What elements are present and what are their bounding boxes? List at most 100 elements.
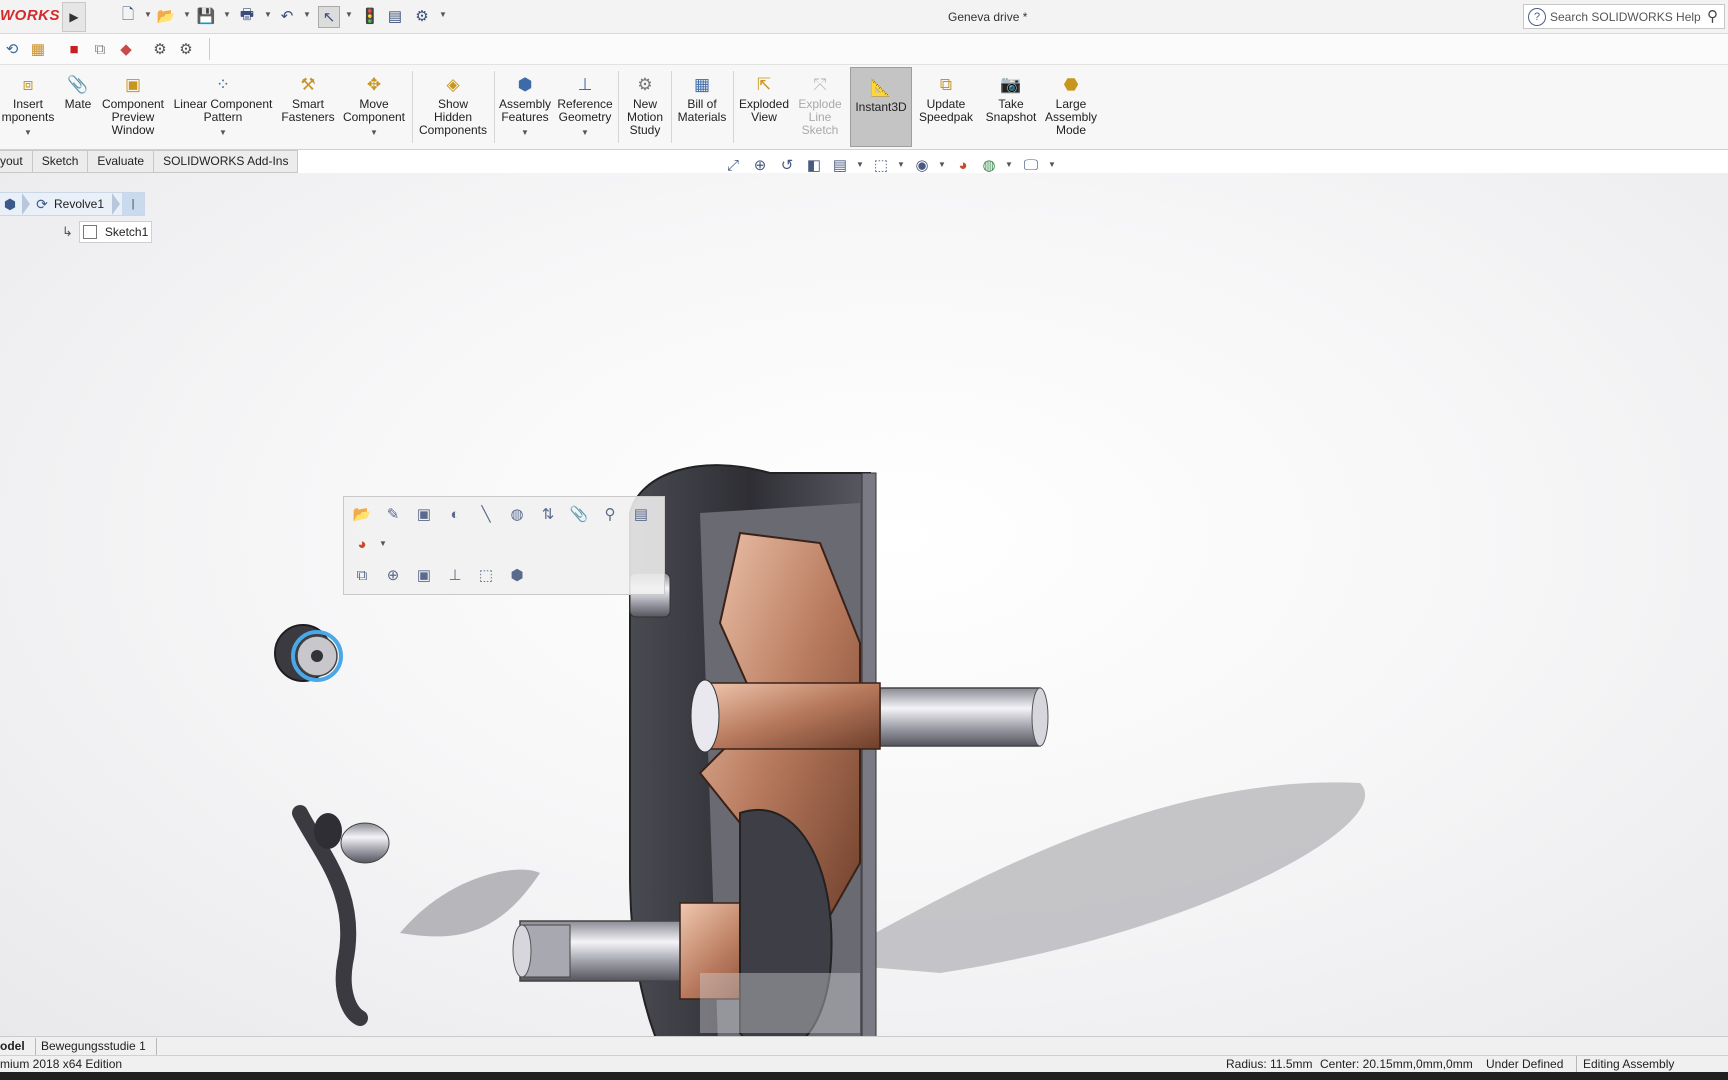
zoom-to-fit-icon[interactable]: ⤢ (723, 155, 743, 175)
new-motion-study-button[interactable]: ⚙ New Motion Study (622, 65, 668, 149)
speedpak-icon: ⧉ (939, 74, 953, 94)
mate-icon[interactable]: 📎 (568, 503, 590, 525)
search-icon[interactable]: ⚲ (1707, 7, 1718, 25)
dynamic-annotation-icon[interactable]: ▤ (830, 155, 850, 175)
isometric-view-icon[interactable]: ⬚ (475, 564, 497, 586)
help-icon[interactable]: ? (1528, 7, 1546, 26)
chevron-down-icon[interactable]: ▼ (1048, 160, 1056, 169)
part-icon[interactable]: ⬢ (0, 194, 20, 214)
rebuild-tree-icon[interactable]: ⟲ (2, 39, 22, 59)
settings-icon[interactable]: ⚙ (150, 39, 170, 59)
traffic-light-icon[interactable]: 🚦 (360, 6, 380, 26)
display-style-icon[interactable]: ◉ (912, 155, 932, 175)
component-view-icon[interactable]: ▣ (413, 564, 435, 586)
open-part-icon[interactable]: 📂 (351, 503, 373, 525)
explode-line-sketch-button[interactable]: ⤧ Explode Line Sketch (794, 65, 846, 149)
view-settings-icon[interactable]: 🖵 (1021, 155, 1041, 175)
help-search-input[interactable]: ? Search SOLIDWORKS Help ⚲ (1523, 4, 1725, 29)
revolve-icon[interactable]: ⟳ (32, 194, 52, 214)
tab-solidworks-add-ins[interactable]: SOLIDWORKS Add-Ins (154, 150, 299, 173)
tab-evaluate[interactable]: Evaluate (88, 150, 155, 173)
options-gear-icon[interactable]: ⚙ (412, 6, 432, 26)
move-component-icon: ✥ (366, 74, 382, 94)
save-icon[interactable]: 💾 (196, 6, 216, 26)
transparency-icon[interactable]: ◍ (506, 503, 528, 525)
component-properties-icon[interactable]: ▣ (413, 503, 435, 525)
edit-appearance-icon[interactable]: ◍ (979, 155, 999, 175)
appearance-icon[interactable]: ◕ (351, 533, 373, 555)
chevron-down-icon[interactable]: ▼ (938, 160, 946, 169)
bill-of-materials-button[interactable]: ▦ Bill of Materials (674, 65, 730, 149)
taskbar-strip (0, 1072, 1728, 1080)
component-preview-window-button[interactable]: ▣ Component Preview Window (100, 65, 166, 149)
options-icon[interactable]: ⚙ (176, 39, 196, 59)
tab-motion-study[interactable]: Bewegungsstudie 1 (31, 1038, 157, 1055)
chevron-down-icon[interactable]: ▼ (379, 539, 387, 548)
chevron-down-icon[interactable]: ▼ (521, 126, 529, 139)
normal-to-icon[interactable]: ⊥ (444, 564, 466, 586)
red-cube-icon[interactable]: ■ (64, 39, 84, 59)
update-speedpak-button[interactable]: ⧉ Update Speedpak (916, 65, 976, 149)
chevron-down-icon[interactable]: ▼ (183, 10, 191, 19)
chevron-down-icon[interactable]: ▼ (856, 160, 864, 169)
zoom-to-area-icon[interactable]: ⊕ (750, 155, 770, 175)
tab-sketch[interactable]: Sketch (32, 150, 89, 173)
open-folder-icon[interactable]: 📂 (156, 6, 176, 26)
chevron-down-icon[interactable]: ▼ (1005, 160, 1013, 169)
previous-view-icon[interactable]: ↺ (777, 155, 797, 175)
select-cursor-icon[interactable]: ↖ (318, 6, 340, 28)
hide-component-icon[interactable]: ◐ (444, 503, 466, 525)
linear-component-pattern-button[interactable]: ⁘ Linear Component Pattern ▼ (170, 65, 276, 149)
reference-geometry-button[interactable]: ⊥ Reference Geometry ▼ (556, 65, 614, 149)
large-assembly-mode-button[interactable]: ⬣ Large Assembly Mode (1042, 65, 1100, 149)
isolate-icon[interactable]: ⧉ (351, 564, 373, 586)
part-icon[interactable]: ◆ (116, 39, 136, 59)
edit-part-icon[interactable]: ✎ (382, 503, 404, 525)
chevron-down-icon[interactable]: ▼ (264, 10, 272, 19)
chevron-down-icon[interactable]: ▼ (581, 126, 589, 139)
instant3d-button[interactable]: 📐 Instant3D (850, 67, 912, 147)
tab-layout[interactable]: yout (0, 150, 33, 173)
context-toolbar: 📂 ✎ ▣ ◐ ╲ ◍ ⇅ 📎 ⚲ ▤ ◕ ▼ ⧉ ⊕ ▣ ⊥ ⬚ ⬢ (343, 496, 665, 595)
breadcrumb-sketch-node[interactable]: ↳ Sketch1 (62, 221, 153, 243)
table-icon[interactable]: ▤ (630, 503, 652, 525)
chevron-down-icon[interactable]: ▼ (24, 126, 32, 139)
breadcrumb-end[interactable]: | (122, 193, 145, 215)
smart-fasteners-button[interactable]: ⚒ Smart Fasteners (280, 65, 336, 149)
print-icon[interactable]: 🖶 (237, 6, 257, 26)
section-view-icon[interactable]: ◧ (804, 155, 824, 175)
assembly-features-button[interactable]: ⬢ Assembly Features ▼ (497, 65, 553, 149)
chevron-down-icon[interactable]: ▼ (219, 126, 227, 139)
zoom-to-selection-icon[interactable]: ⊕ (382, 564, 404, 586)
view-orientation-icon[interactable]: ⬚ (871, 155, 891, 175)
chevron-down-icon[interactable]: ▼ (439, 10, 447, 19)
hide-show-items-icon[interactable]: ◕ (953, 155, 973, 175)
secondary-toolbar: ⟲ ▦ ■ ⧉ ◆ ⚙ ⚙ (0, 34, 1728, 65)
graphics-viewport[interactable] (0, 173, 1728, 1080)
sort-icon[interactable]: ⇅ (537, 503, 559, 525)
exploded-view-button[interactable]: ⇱ Exploded View (736, 65, 792, 149)
file-properties-icon[interactable]: ▤ (385, 6, 405, 26)
chevron-down-icon[interactable]: ▼ (370, 126, 378, 139)
new-document-icon[interactable]: 🗋 (118, 6, 138, 26)
take-snapshot-button[interactable]: 📷 Take Snapshot (982, 65, 1040, 149)
chevron-down-icon[interactable]: ▼ (345, 10, 353, 19)
document-title: Geneva drive * (948, 10, 1028, 24)
mate-button[interactable]: 📎 Mate (60, 65, 96, 149)
chevron-down-icon[interactable]: ▼ (303, 10, 311, 19)
chevron-down-icon[interactable]: ▼ (897, 160, 905, 169)
mate-toolbar-icon[interactable]: ⧉ (90, 39, 110, 59)
fastener-icon[interactable]: ⚲ (599, 503, 621, 525)
line-icon[interactable]: ╲ (475, 503, 497, 525)
assembly-icon[interactable]: ▦ (28, 39, 48, 59)
edition-label: mium 2018 x64 Edition (0, 1057, 123, 1071)
chevron-down-icon[interactable]: ▼ (144, 10, 152, 19)
menu-expand-button[interactable]: ▶ (62, 2, 86, 32)
chevron-down-icon[interactable]: ▼ (223, 10, 231, 19)
insert-components-button[interactable]: ⧈ Insert mponents ▼ (0, 65, 56, 149)
move-component-button[interactable]: ✥ Move Component ▼ (340, 65, 408, 149)
show-hidden-components-button[interactable]: ◈ Show Hidden Components (416, 65, 490, 149)
cube-view-icon[interactable]: ⬢ (506, 564, 528, 586)
undo-icon[interactable]: ↶ (277, 6, 297, 26)
breadcrumb-feature[interactable]: Revolve1 (52, 197, 110, 211)
